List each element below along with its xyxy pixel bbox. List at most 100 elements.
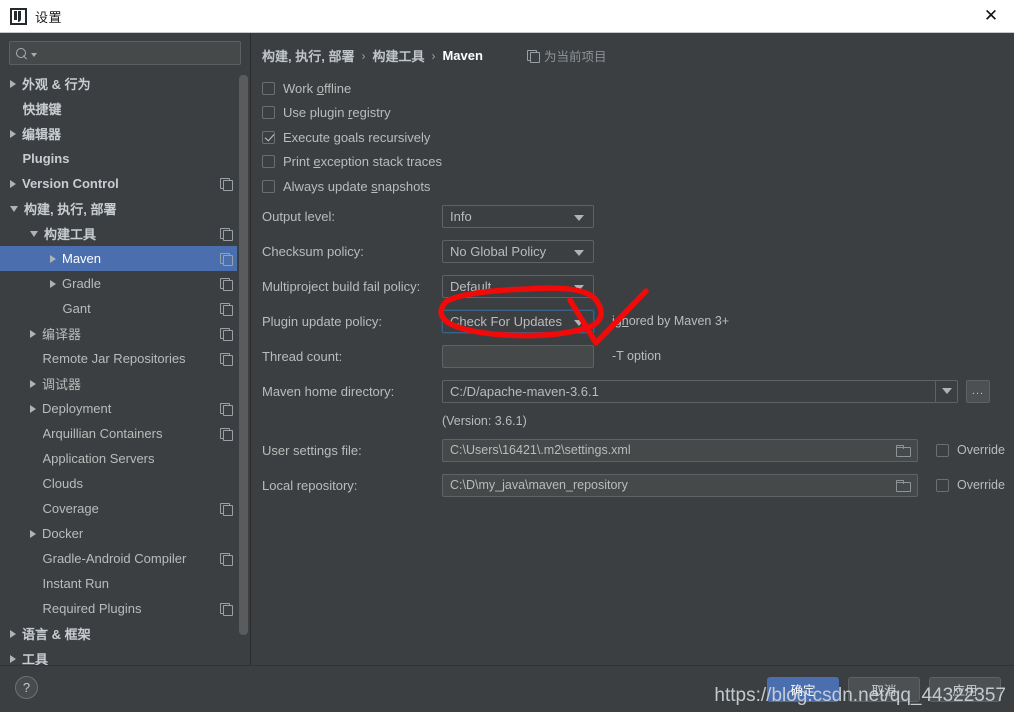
- sidebar-item-version-control[interactable]: Version Control: [0, 171, 250, 196]
- folder-icon[interactable]: [896, 479, 911, 492]
- sidebar-item-deployment[interactable]: Deployment: [0, 396, 250, 421]
- checkbox-label: Always update snapshots: [283, 179, 430, 194]
- sidebar-item-label: Gradle-Android Compiler: [42, 551, 187, 566]
- maven-home-dropdown-button[interactable]: [935, 379, 957, 403]
- breadcrumb-item-0[interactable]: 构建, 执行, 部署: [262, 46, 354, 65]
- checkbox-label: Execute goals recursively: [283, 130, 430, 145]
- checkbox-print-exception-stack-traces[interactable]: [262, 155, 275, 169]
- combo-checksum-policy[interactable]: No Global Policy: [442, 239, 594, 263]
- chevron-right-icon[interactable]: [10, 79, 16, 88]
- override-group[interactable]: Override: [936, 443, 1005, 457]
- help-button[interactable]: ?: [15, 676, 38, 699]
- maven-form: Work offline Use plugin registry Execute g…: [252, 66, 1014, 503]
- checkbox-row[interactable]: Always update snapshots: [262, 174, 1014, 199]
- maven-home-field[interactable]: C:/D/apache-maven-3.6.1: [442, 379, 958, 403]
- sidebar-item-required-plugins[interactable]: Required Plugins: [0, 596, 250, 621]
- chevron-right-icon[interactable]: [30, 379, 36, 388]
- dialog-button-cancel[interactable]: 取消: [848, 677, 920, 702]
- checkbox-label-after: oals recursively: [340, 129, 431, 145]
- sidebar-item-docker[interactable]: Docker: [0, 521, 250, 546]
- sidebar-item-arquillian-containers[interactable]: Arquillian Containers: [0, 421, 250, 446]
- checkbox-row[interactable]: Work offline: [262, 76, 1014, 101]
- combo-multiproject-build-fail-policy[interactable]: Default: [442, 274, 594, 298]
- checkbox-row[interactable]: Use plugin registry: [262, 101, 1014, 126]
- sidebar-scrollbar-thumb[interactable]: [239, 75, 248, 635]
- maven-home-browse-button[interactable]: ...: [966, 379, 990, 403]
- override-checkbox[interactable]: [936, 443, 949, 457]
- sidebar-item-instant-run[interactable]: Instant Run: [0, 571, 250, 596]
- sidebar-scrollbar[interactable]: [237, 71, 250, 666]
- checkbox-label-after: egistry: [352, 105, 391, 121]
- chevron-down-icon[interactable]: [30, 230, 38, 237]
- sidebar-item-[interactable]: 工具: [0, 646, 250, 666]
- search-box[interactable]: [9, 41, 241, 65]
- sidebar-item-gradle[interactable]: Gradle: [0, 271, 250, 296]
- chevron-right-icon[interactable]: [10, 129, 16, 138]
- title-bar: 设置 ✕: [0, 0, 1014, 33]
- search-input[interactable]: [37, 46, 234, 60]
- checkbox-use-plugin-registry[interactable]: [262, 106, 275, 120]
- chevron-right-icon[interactable]: [10, 654, 16, 663]
- checkbox-label: Use plugin registry: [283, 105, 391, 120]
- chevron-down-icon[interactable]: [10, 205, 18, 212]
- combo-output-level[interactable]: Info: [442, 204, 594, 228]
- sidebar-item-label: 语言 & 框架: [22, 627, 91, 642]
- breadcrumb-item-1[interactable]: 构建工具: [372, 46, 424, 65]
- sidebar-item-label: 编译器: [42, 327, 82, 342]
- checkbox-row[interactable]: Execute goals recursively: [262, 125, 1014, 150]
- sidebar-item-[interactable]: 构建工具: [0, 221, 250, 246]
- folder-icon[interactable]: [896, 444, 911, 457]
- sidebar-item-[interactable]: 编辑器: [0, 121, 250, 146]
- chevron-right-icon[interactable]: [10, 629, 16, 638]
- path-field-local-repository[interactable]: C:\D\my_java\maven_repository: [442, 473, 918, 497]
- sidebar-item-application-servers[interactable]: Application Servers: [0, 446, 250, 471]
- breadcrumb: 构建, 执行, 部署 › 构建工具 › Maven 为当前项目: [252, 33, 1014, 66]
- chevron-right-icon[interactable]: [30, 529, 36, 538]
- override-checkbox[interactable]: [936, 478, 949, 492]
- sidebar-item-gant[interactable]: Gant: [0, 296, 250, 321]
- dialog-button-ok[interactable]: 确定: [767, 677, 839, 702]
- checkbox-label-after: ffline: [323, 80, 352, 96]
- thread-count-input[interactable]: [442, 344, 594, 368]
- checkbox-execute-goals-recursively[interactable]: [262, 130, 275, 144]
- sidebar-item-[interactable]: 调试器: [0, 371, 250, 396]
- sidebar-item-maven[interactable]: Maven: [0, 246, 250, 271]
- sidebar-item-coverage[interactable]: Coverage: [0, 496, 250, 521]
- sidebar-item-remote-jar-repositories[interactable]: Remote Jar Repositories: [0, 346, 250, 371]
- sidebar-item-plugins[interactable]: Plugins: [0, 146, 250, 171]
- sidebar-item-[interactable]: 外观 & 行为: [0, 71, 250, 96]
- sidebar-item-[interactable]: 编译器: [0, 321, 250, 346]
- module-icon: [220, 277, 233, 291]
- checkbox-always-update-snapshots[interactable]: [262, 179, 275, 193]
- sidebar-item-label: Gant: [62, 301, 91, 316]
- checkbox-row[interactable]: Print exception stack traces: [262, 150, 1014, 175]
- project-scope-badge: 为当前项目: [526, 46, 606, 65]
- combo-row: Checksum policy: No Global Policy: [262, 234, 1014, 269]
- combo-plugin-update-policy[interactable]: Check For Updates: [442, 309, 594, 333]
- dialog-button-apply[interactable]: 应用: [929, 677, 1001, 702]
- path-field-user-settings-file[interactable]: C:\Users\16421\.m2\settings.xml: [442, 438, 918, 462]
- chevron-right-icon[interactable]: [50, 279, 56, 288]
- chevron-right-icon[interactable]: [10, 179, 16, 188]
- sidebar-item-[interactable]: 语言 & 框架: [0, 621, 250, 646]
- sidebar-item-label: 工具: [22, 652, 49, 666]
- close-icon[interactable]: ✕: [968, 0, 1014, 32]
- chevron-right-icon[interactable]: [30, 404, 36, 413]
- chevron-right-icon[interactable]: [50, 254, 56, 263]
- path-label: Local repository:: [262, 477, 358, 493]
- sidebar-item-gradle-android-compiler[interactable]: Gradle-Android Compiler: [0, 546, 250, 571]
- chevron-right-icon[interactable]: [30, 329, 36, 338]
- sidebar-item-[interactable]: 快捷键: [0, 96, 250, 121]
- sidebar-item-label: 快捷键: [22, 102, 62, 117]
- maven-version-text: (Version: 3.6.1): [442, 413, 527, 428]
- breadcrumb-item-2: Maven: [442, 48, 483, 63]
- breadcrumb-separator: ›: [361, 48, 366, 63]
- override-group[interactable]: Override: [936, 478, 1005, 492]
- module-icon: [220, 327, 233, 341]
- combo-row: Plugin update policy: Check For Updates ig…: [262, 304, 1014, 339]
- sidebar-item-clouds[interactable]: Clouds: [0, 471, 250, 496]
- checkbox-work-offline[interactable]: [262, 81, 275, 95]
- sidebar-item-[interactable]: 构建, 执行, 部署: [0, 196, 250, 221]
- module-icon: [220, 252, 233, 266]
- sidebar-item-label: Deployment: [42, 401, 112, 416]
